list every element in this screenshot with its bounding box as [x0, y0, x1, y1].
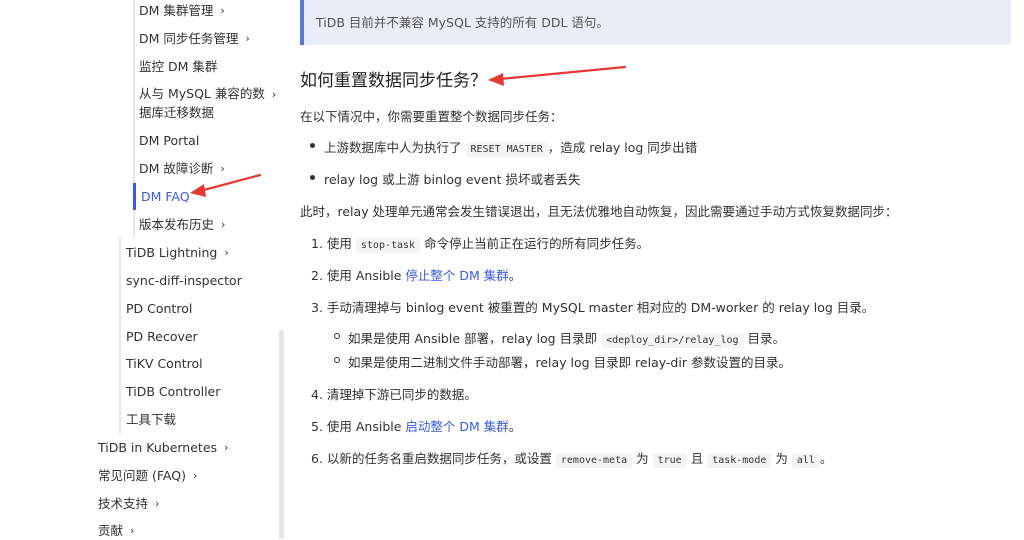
bullet-dot: [310, 143, 315, 148]
step-text: 1. 使用: [311, 236, 352, 251]
sidebar-item-mysql-migration[interactable]: 从与 MySQL 兼容的数 › 据库迁移数据: [139, 85, 279, 122]
sidebar-item-pd-recover[interactable]: PD Recover: [126, 328, 198, 346]
code-relay-log-dir: <deploy_dir>/relay_log: [601, 333, 744, 348]
sidebar-item-sync-diff-inspector[interactable]: sync-diff-inspector: [126, 272, 242, 290]
sub-bullet-circle: [334, 357, 340, 363]
chevron-right-icon: ›: [221, 218, 226, 231]
link-start-dm-cluster[interactable]: 启动整个 DM 集群: [405, 419, 508, 434]
sidebar-item-label: DM 故障诊断: [139, 161, 214, 176]
sidebar-item-tidb-controller[interactable]: TiDB Controller: [126, 383, 220, 401]
step-text: 如果是使用 Ansible 部署，relay log 目录即: [348, 331, 598, 346]
list-item-text: 上游数据库中人为执行了: [324, 140, 462, 155]
step-text: 为: [636, 451, 649, 466]
link-stop-dm-cluster[interactable]: 停止整个 DM 集群: [405, 268, 508, 283]
code-remove-meta: remove-meta: [555, 453, 633, 468]
sidebar-item-label: 工具下载: [126, 412, 177, 427]
sidebar-item-label: 技术支持: [98, 496, 149, 511]
sidebar-item-contribute[interactable]: 贡献 ›: [98, 522, 134, 540]
sidebar-item-tidb-in-kubernetes[interactable]: TiDB in Kubernetes ›: [98, 439, 228, 457]
step-text: 5. 使用 Ansible: [311, 419, 402, 434]
sidebar-item-release-history[interactable]: 版本发布历史 ›: [139, 216, 225, 234]
code-stop-task: stop-task: [355, 238, 421, 253]
note-text: TiDB 目前并不兼容 MySQL 支持的所有 DDL 语句。: [316, 15, 609, 30]
active-indicator: [133, 183, 136, 210]
sidebar-item-dm-cluster-mgmt[interactable]: DM 集群管理 ›: [139, 2, 225, 20]
sidebar-nav: DM 集群管理 › DM 同步任务管理 › 监控 DM 集群 从与 MySQL 兼容…: [0, 0, 290, 539]
step-text: 6. 以新的任务名重启数据同步任务，或设置: [311, 451, 552, 466]
sidebar-item-dm-portal[interactable]: DM Portal: [139, 132, 199, 150]
sidebar-item-label: TiDB in Kubernetes: [98, 440, 218, 455]
sidebar-item-faq[interactable]: 常见问题 (FAQ) ›: [98, 467, 197, 485]
note-callout: TiDB 目前并不兼容 MySQL 支持的所有 DDL 语句。: [300, 0, 1011, 45]
step-3-sub-ansible: 如果是使用 Ansible 部署，relay log 目录即 <deploy_d…: [348, 328, 786, 348]
step-text: 。: [508, 268, 522, 283]
paragraph-recovery: 此时，relay 处理单元通常会发生错误退出，且无法优雅地自动恢复，因此需要通过…: [300, 204, 898, 219]
step-text: 为: [775, 451, 788, 466]
sidebar-item-label: DM 集群管理: [139, 3, 214, 18]
sidebar-item-label: PD Recover: [126, 329, 198, 344]
list-item-reset-master: 上游数据库中人为执行了 RESET MASTER ，造成 relay log 同步…: [324, 137, 698, 157]
code-all: all: [791, 453, 820, 468]
step-4: 4. 清理掉下游已同步的数据。: [311, 387, 477, 402]
section-heading: 如何重置数据同步任务？: [300, 71, 487, 91]
sidebar-item-tikv-control[interactable]: TiKV Control: [126, 355, 203, 373]
step-1: 1. 使用 stop-task 命令停止当前正在运行的所有同步任务。: [311, 233, 650, 253]
sidebar-item-pd-control[interactable]: PD Control: [126, 300, 192, 318]
nav-tree-line-outer: [119, 238, 121, 433]
sidebar-item-tools-download[interactable]: 工具下载: [126, 411, 176, 429]
bullet-dot: [310, 175, 315, 180]
chevron-right-icon: ›: [155, 497, 160, 510]
chevron-right-icon: ›: [224, 246, 229, 259]
sub-bullet-circle: [334, 333, 340, 339]
step-3: 3. 手动清理掉与 binlog event 被重置的 MySQL master…: [311, 300, 875, 315]
sidebar-item-label: 监控 DM 集群: [139, 59, 218, 74]
chevron-right-icon: ›: [224, 441, 229, 454]
intro-paragraph: 在以下情况中，你需要重置整个数据同步任务：: [300, 109, 563, 124]
sidebar-item-label: 版本发布历史: [139, 217, 215, 232]
sidebar-item-label: TiDB Lightning: [126, 245, 218, 260]
sidebar-item-dm-monitor[interactable]: 监控 DM 集群: [139, 58, 217, 76]
main-content: TiDB 目前并不兼容 MySQL 支持的所有 DDL 语句。 如何重置数据同步…: [300, 0, 1014, 539]
sidebar-item-dm-faq[interactable]: DM FAQ: [141, 188, 190, 206]
step-5: 5. 使用 Ansible 启动整个 DM 集群。: [311, 416, 521, 435]
sidebar-item-label-line2: 据库迁移数据: [139, 105, 215, 120]
code-reset-master: RESET MASTER: [465, 142, 548, 157]
step-text: 目录。: [747, 331, 786, 346]
step-3-sub-binary: 如果是使用二进制文件手动部署，relay log 目录即 relay-dir 参…: [348, 355, 791, 370]
step-text: 且: [690, 451, 704, 466]
sidebar-item-dm-task-mgmt[interactable]: DM 同步任务管理 ›: [139, 30, 250, 48]
chevron-right-icon: ›: [220, 162, 225, 175]
sidebar-item-label: DM FAQ: [141, 189, 190, 204]
step-text: 2. 使用 Ansible: [311, 268, 402, 283]
chevron-right-icon: ›: [245, 32, 250, 45]
step-text: 命令停止当前正在运行的所有同步任务。: [424, 236, 650, 251]
code-task-mode: task-mode: [707, 453, 772, 468]
list-item-text: ，造成 relay log 同步出错: [547, 140, 698, 155]
sidebar-item-label: 常见问题 (FAQ): [98, 468, 186, 483]
sidebar-scrollbar[interactable]: [279, 330, 284, 539]
sidebar-item-label: PD Control: [126, 301, 193, 316]
sidebar-item-label-line1: 从与 MySQL 兼容的数: [139, 86, 265, 101]
code-true: true: [652, 453, 687, 468]
step-text: 。: [508, 419, 522, 434]
sidebar-item-label: TiDB Controller: [126, 384, 221, 399]
step-6: 6. 以新的任务名重启数据同步任务，或设置 remove-meta 为 true…: [311, 448, 833, 468]
list-item-relay-log-corrupt: relay log 或上游 binlog event 损坏或者丢失: [324, 172, 581, 187]
chevron-right-icon: ›: [220, 4, 225, 17]
sidebar-item-label: TiKV Control: [126, 356, 203, 371]
sidebar-item-dm-troubleshoot[interactable]: DM 故障诊断 ›: [139, 160, 225, 178]
sidebar-item-label: 贡献: [98, 523, 124, 538]
chevron-right-icon: ›: [130, 524, 135, 537]
sidebar-item-label: DM 同步任务管理: [139, 31, 239, 46]
sidebar-item-support[interactable]: 技术支持 ›: [98, 495, 159, 513]
sidebar-item-label: sync-diff-inspector: [126, 273, 242, 288]
sidebar-item-tidb-lightning[interactable]: TiDB Lightning ›: [126, 244, 229, 262]
chevron-right-icon: ›: [271, 88, 277, 101]
chevron-right-icon: ›: [192, 469, 198, 482]
step-text: 。: [819, 451, 833, 466]
step-2: 2. 使用 Ansible 停止整个 DM 集群。: [311, 265, 521, 284]
sidebar-item-label: DM Portal: [139, 133, 200, 148]
